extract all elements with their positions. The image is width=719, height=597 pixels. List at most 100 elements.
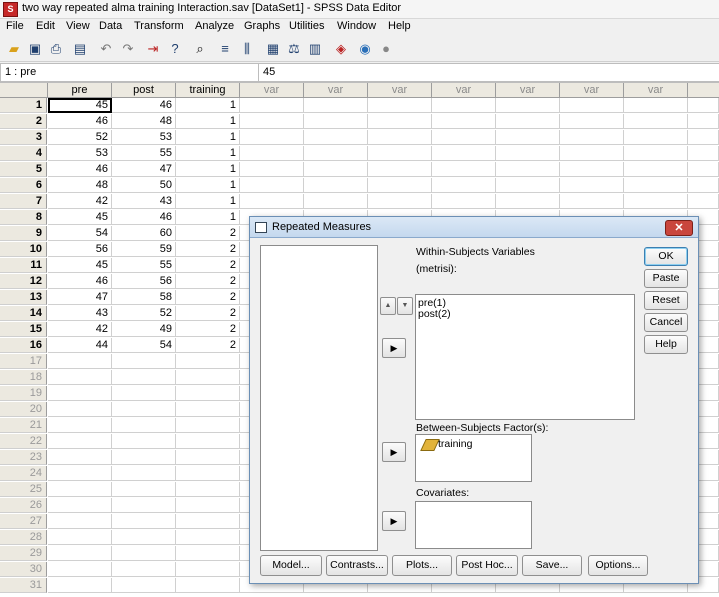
grid-cell[interactable]: [432, 194, 496, 209]
grid-cell[interactable]: 2: [176, 242, 240, 257]
grid-cell[interactable]: 1: [176, 114, 240, 129]
print-icon[interactable]: ⎙: [48, 41, 64, 57]
grid-cell[interactable]: [112, 498, 176, 513]
grid-cell[interactable]: [48, 450, 112, 465]
grid-cell[interactable]: [176, 418, 240, 433]
row-header[interactable]: 10: [0, 242, 47, 257]
reset-button[interactable]: Reset: [644, 291, 688, 310]
menu-graphs[interactable]: Graphs: [242, 20, 282, 32]
grid-cell[interactable]: [304, 178, 368, 193]
source-variable-list[interactable]: [260, 245, 378, 551]
grid-cell[interactable]: [240, 178, 304, 193]
variables-icon[interactable]: ?: [167, 41, 183, 57]
grid-cell[interactable]: [176, 386, 240, 401]
grid-cell[interactable]: [240, 146, 304, 161]
grid-cell[interactable]: [240, 98, 304, 113]
grid-cell[interactable]: 53: [48, 146, 112, 161]
grid-cell[interactable]: [432, 130, 496, 145]
grid-cell[interactable]: [560, 114, 624, 129]
grid-cell[interactable]: [48, 370, 112, 385]
grid-cell[interactable]: [368, 146, 432, 161]
split-file-icon[interactable]: ▦: [265, 41, 281, 57]
find-icon[interactable]: ⌕: [192, 41, 208, 57]
ok-button[interactable]: OK: [644, 247, 688, 266]
row-header[interactable]: 24: [0, 466, 47, 481]
grid-cell[interactable]: [48, 386, 112, 401]
grid-cell[interactable]: [48, 418, 112, 433]
grid-cell[interactable]: 46: [112, 210, 176, 225]
grid-cell[interactable]: [560, 178, 624, 193]
grid-cell[interactable]: 58: [112, 290, 176, 305]
row-header[interactable]: 26: [0, 498, 47, 513]
grid-cell[interactable]: 1: [176, 98, 240, 113]
plots-button[interactable]: Plots...: [392, 555, 452, 576]
menu-data[interactable]: Data: [97, 20, 124, 32]
within-item-post[interactable]: post(2): [418, 308, 451, 320]
grid-cell[interactable]: [560, 146, 624, 161]
grid-cell[interactable]: [432, 162, 496, 177]
grid-cell[interactable]: [688, 178, 719, 193]
column-header-var[interactable]: var: [432, 83, 496, 98]
insert-variable-icon[interactable]: ⫼: [239, 41, 255, 57]
grid-cell[interactable]: 1: [176, 146, 240, 161]
grid-cell[interactable]: 1: [176, 194, 240, 209]
save-button[interactable]: Save...: [522, 555, 582, 576]
row-header[interactable]: 8: [0, 210, 47, 225]
grid-cell[interactable]: [688, 114, 719, 129]
grid-cell[interactable]: 53: [112, 130, 176, 145]
grid-cell[interactable]: [688, 146, 719, 161]
column-header-pre[interactable]: pre: [48, 83, 112, 98]
open-folder-icon[interactable]: ▰: [6, 41, 22, 57]
grid-cell[interactable]: 1: [176, 130, 240, 145]
grid-cell[interactable]: [48, 498, 112, 513]
grid-cell[interactable]: [48, 562, 112, 577]
move-down-button[interactable]: ▼: [397, 297, 413, 315]
grid-cell[interactable]: [560, 194, 624, 209]
grid-cell[interactable]: [48, 354, 112, 369]
select-cases-icon[interactable]: ▥: [307, 41, 323, 57]
grid-cell[interactable]: [560, 130, 624, 145]
grid-cell[interactable]: [176, 498, 240, 513]
column-header-var[interactable]: var: [240, 83, 304, 98]
grid-cell[interactable]: [48, 530, 112, 545]
grid-cell[interactable]: [304, 194, 368, 209]
grid-cell[interactable]: [176, 514, 240, 529]
grid-cell[interactable]: [368, 114, 432, 129]
row-header[interactable]: 6: [0, 178, 47, 193]
grid-cell[interactable]: [560, 162, 624, 177]
value-labels-icon[interactable]: ◈: [333, 41, 349, 57]
paste-button[interactable]: Paste: [644, 269, 688, 288]
grid-cell[interactable]: [688, 194, 719, 209]
menu-edit[interactable]: Edit: [34, 20, 57, 32]
grid-cell[interactable]: [176, 370, 240, 385]
grid-cell[interactable]: [176, 402, 240, 417]
grid-cell[interactable]: [112, 514, 176, 529]
row-header[interactable]: 13: [0, 290, 47, 305]
grid-cell[interactable]: [368, 178, 432, 193]
grid-cell[interactable]: [112, 466, 176, 481]
grid-cell[interactable]: [176, 482, 240, 497]
grid-cell[interactable]: 54: [48, 226, 112, 241]
grid-cell[interactable]: 2: [176, 226, 240, 241]
grid-cell[interactable]: 46: [112, 98, 176, 113]
undo-icon[interactable]: ↶: [98, 41, 114, 57]
grid-cell[interactable]: 55: [112, 146, 176, 161]
column-header-training[interactable]: training: [176, 83, 240, 98]
between-item-training[interactable]: training: [438, 438, 472, 450]
grid-cell[interactable]: [624, 146, 688, 161]
covariates-list[interactable]: [415, 501, 532, 549]
use-sets-icon[interactable]: ◉: [357, 41, 373, 57]
grid-cell[interactable]: [432, 146, 496, 161]
grid-cell[interactable]: [176, 562, 240, 577]
grid-cell[interactable]: [304, 146, 368, 161]
grid-cell[interactable]: [688, 130, 719, 145]
grid-cell[interactable]: [624, 114, 688, 129]
row-header[interactable]: 9: [0, 226, 47, 241]
column-header-var[interactable]: var: [368, 83, 432, 98]
menu-view[interactable]: View: [64, 20, 92, 32]
column-header-var[interactable]: var: [560, 83, 624, 98]
grid-cell[interactable]: [112, 578, 176, 593]
grid-cell[interactable]: 54: [112, 338, 176, 353]
move-up-button[interactable]: ▲: [380, 297, 396, 315]
grid-cell[interactable]: [112, 418, 176, 433]
